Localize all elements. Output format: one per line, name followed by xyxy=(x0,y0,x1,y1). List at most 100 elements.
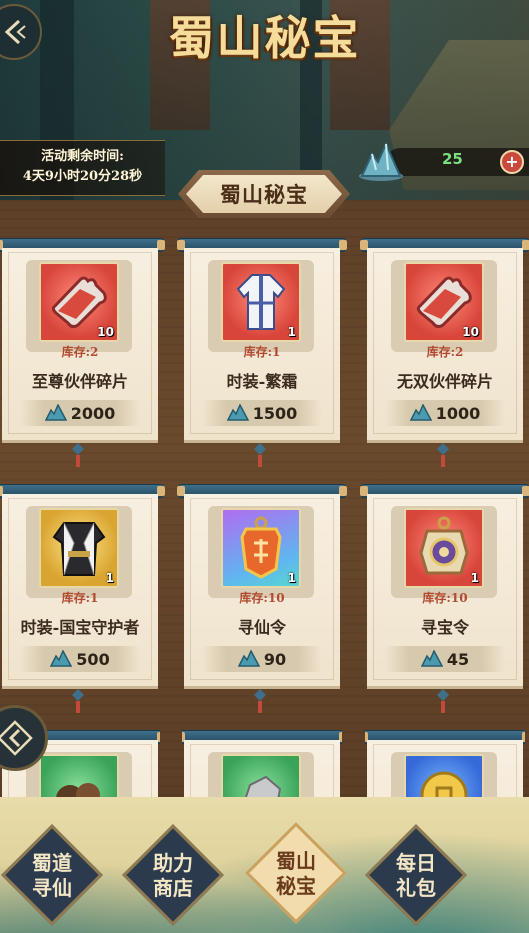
nav-label: 蜀道 寻仙 xyxy=(32,851,72,900)
item-price: 2000 xyxy=(70,403,116,423)
timer-label: 活动剩余时间: xyxy=(41,149,124,164)
item-name: 无双伙伴碎片 xyxy=(396,372,493,391)
item-quantity: 1 xyxy=(287,571,296,585)
jade-mountain-icon xyxy=(237,650,260,667)
puzzle-piece-icon xyxy=(416,276,472,329)
item-price: 500 xyxy=(76,649,110,669)
nav-tab-shop[interactable]: 助力 商店 xyxy=(122,824,224,926)
item-quantity: 10 xyxy=(462,325,479,339)
tassel-decoration xyxy=(72,443,84,467)
item-icon-box: 1 xyxy=(404,508,484,588)
item-icon-box: 1 xyxy=(221,262,301,342)
nav-tab-daily-gift[interactable]: 每日 礼包 xyxy=(365,824,467,926)
item-stock: 库存:2 xyxy=(61,345,99,359)
jade-mountain-icon xyxy=(420,650,443,667)
shop-item-card[interactable]: 1 库存:10 寻宝令 45 xyxy=(360,484,529,714)
icon-frame: 10 xyxy=(391,260,497,352)
ore-icon xyxy=(244,775,282,797)
add-currency-button[interactable]: + xyxy=(500,150,524,174)
nav-label: 每日 礼包 xyxy=(396,851,436,900)
tassel-decoration xyxy=(254,689,266,713)
icon-frame: 1 xyxy=(26,506,132,598)
tassel-decoration xyxy=(72,689,84,713)
item-price: 90 xyxy=(263,649,287,669)
shop-item-card[interactable]: 10 库存:2 无双伙伴碎片 1000 xyxy=(360,238,529,468)
item-quantity: 10 xyxy=(97,325,114,339)
scroll-paper: 1 库存:1 时装-国宝守护者 500 xyxy=(2,494,158,689)
price-tag: 2000 xyxy=(20,400,140,426)
item-quantity: 1 xyxy=(105,571,114,585)
scroll-paper: 1 库存:1 时装-繁霜 1500 xyxy=(184,248,340,443)
item-name: 寻宝令 xyxy=(420,618,469,637)
timer-value: 4天9小时20分28秒 xyxy=(22,169,143,184)
nav-label: 助力 商店 xyxy=(153,851,193,900)
tassel-decoration xyxy=(437,689,449,713)
robe-icon xyxy=(236,274,286,330)
icon-frame: 10 xyxy=(26,260,132,352)
stones-icon xyxy=(56,783,100,797)
price-tag: 1000 xyxy=(385,400,505,426)
item-price: 45 xyxy=(446,649,470,669)
item-quantity: 1 xyxy=(287,325,296,339)
shop-item-card[interactable] xyxy=(182,730,342,797)
diamond-arrow-icon xyxy=(0,720,33,756)
medallion-icon xyxy=(419,516,469,575)
item-price: 1500 xyxy=(252,403,298,423)
armor-icon xyxy=(52,522,106,576)
price-tag: 90 xyxy=(202,646,322,672)
price-tag: 500 xyxy=(20,646,140,672)
price-tag: 1500 xyxy=(202,400,322,426)
item-quantity: 1 xyxy=(470,571,479,585)
shop-item-card[interactable]: 1 库存:1 时装-国宝守护者 500 xyxy=(0,484,165,714)
scroll-paper: 1 库存:10 寻宝令 45 xyxy=(367,494,523,689)
item-name: 时装-国宝守护者 xyxy=(20,618,140,637)
scroll-paper: 10 库存:2 无双伙伴碎片 1000 xyxy=(367,248,523,443)
icon-frame: 1 xyxy=(208,260,314,352)
icon-frame: 1 xyxy=(208,506,314,598)
scroll-paper: 10 库存:2 至尊伙伴碎片 2000 xyxy=(2,248,158,443)
item-name: 时装-繁霜 xyxy=(226,372,298,391)
token-icon xyxy=(240,516,282,579)
back-icon xyxy=(4,19,26,45)
currency-display: 25 + xyxy=(356,140,529,182)
coin-icon xyxy=(420,771,468,797)
shop-item-card[interactable]: 10 库存:2 至尊伙伴碎片 2000 xyxy=(0,238,165,468)
nav-tab-treasure[interactable]: 蜀山 秘宝 xyxy=(245,822,347,924)
item-icon-box: 10 xyxy=(404,262,484,342)
item-name: 至尊伙伴碎片 xyxy=(31,372,128,391)
currency-count: 25 xyxy=(442,150,463,168)
item-icon-box xyxy=(39,754,119,797)
price-tag: 45 xyxy=(385,646,505,672)
item-icon-box xyxy=(404,754,484,797)
jade-mountain-icon xyxy=(409,404,432,421)
shop-item-card[interactable] xyxy=(365,730,525,797)
bottom-nav: 蜀道 寻仙 助力 商店 蜀山 秘宝 每日 礼包 xyxy=(0,797,529,933)
jade-mountain-icon xyxy=(226,404,249,421)
icon-frame xyxy=(208,752,314,797)
icon-frame xyxy=(391,752,497,797)
item-stock: 库存:1 xyxy=(61,591,99,605)
tassel-decoration xyxy=(254,443,266,467)
item-icon-box: 10 xyxy=(39,262,119,342)
event-timer: 活动剩余时间: 4天9小时20分28秒 xyxy=(0,140,165,196)
item-icon-box xyxy=(221,754,301,797)
item-icon-box: 1 xyxy=(221,508,301,588)
icon-frame xyxy=(26,752,132,797)
nav-tab-shudao[interactable]: 蜀道 寻仙 xyxy=(1,824,103,926)
item-stock: 库存:2 xyxy=(426,345,464,359)
item-icon-box: 1 xyxy=(39,508,119,588)
item-name: 寻仙令 xyxy=(237,618,286,637)
section-tab: 蜀山秘宝 xyxy=(178,170,350,218)
item-stock: 库存:10 xyxy=(239,591,285,605)
shop-item-card[interactable]: 1 库存:10 寻仙令 90 xyxy=(177,484,347,714)
scroll-paper xyxy=(184,740,340,797)
puzzle-piece-icon xyxy=(51,276,107,329)
shop-item-card[interactable]: 1 库存:1 时装-繁霜 1500 xyxy=(177,238,347,468)
icon-frame: 1 xyxy=(391,506,497,598)
page-title: 蜀山秘宝 xyxy=(168,11,361,65)
nav-label: 蜀山 秘宝 xyxy=(276,849,316,898)
scroll-paper xyxy=(367,740,523,797)
scroll-paper: 1 库存:10 寻仙令 90 xyxy=(184,494,340,689)
jade-mountain-icon xyxy=(44,404,67,421)
item-price: 1000 xyxy=(435,403,481,423)
